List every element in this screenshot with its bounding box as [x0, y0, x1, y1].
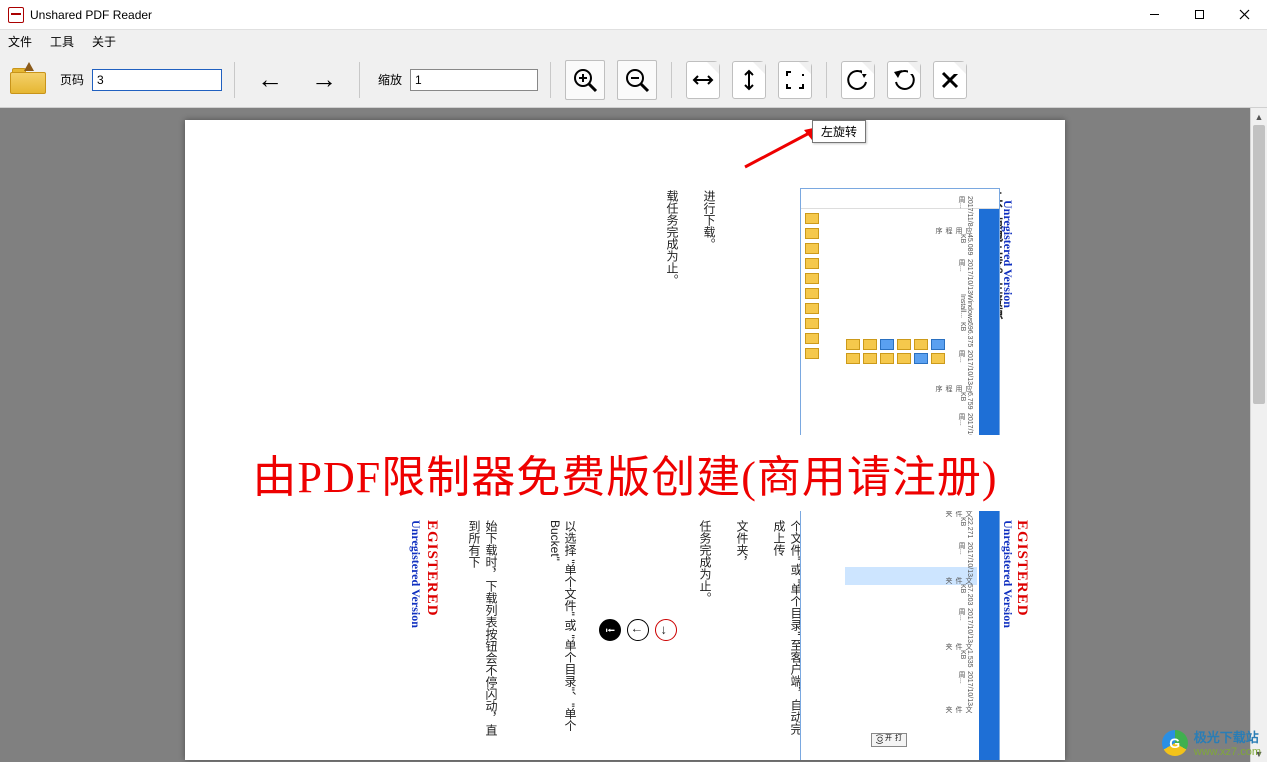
page-number-input[interactable] [92, 69, 222, 91]
separator [671, 62, 672, 98]
zoom-in-button[interactable] [565, 60, 605, 100]
separator [359, 62, 360, 98]
page-line: 始下载时，下载列表按钮会不停闪动，直到所有下 [466, 520, 500, 740]
watermark-registered: EGISTERED [1013, 520, 1030, 617]
fit-page-button[interactable] [778, 61, 812, 99]
site-name: 极光下载站 [1194, 727, 1261, 746]
window-controls [1132, 0, 1267, 29]
site-watermark: G 极光下载站 www.xz7.com [1162, 727, 1261, 758]
page-icons: →↓⭳ [599, 520, 677, 740]
window-title: Unshared PDF Reader [30, 8, 1132, 22]
page-label: 页码 [60, 71, 84, 88]
separator [826, 62, 827, 98]
menu-tools[interactable]: 工具 [50, 33, 74, 50]
rotate-right-button[interactable] [887, 61, 921, 99]
scroll-up-button[interactable]: ▲ [1251, 108, 1267, 125]
list-item: 2017/10/13周...文件夹 [849, 671, 973, 713]
watermark-registered: EGISTERED [423, 520, 440, 617]
watermark-unregistered: Unregistered Version [408, 520, 423, 628]
next-page-button[interactable]: → [301, 64, 347, 95]
scroll-thumb[interactable] [1253, 125, 1265, 404]
maximize-button[interactable] [1177, 0, 1222, 29]
minimize-button[interactable] [1132, 0, 1177, 29]
separator [550, 62, 551, 98]
menu-bar: 文件 工具 关于 [0, 30, 1267, 52]
viewer-area: 二、拖拽上传。在资源 文件或文件夹及文件夹 传列表按钮会不停闪动 3、下载操作 … [0, 108, 1267, 762]
menu-file[interactable]: 文件 [8, 33, 32, 50]
page-line: 以选择 "单个文件" 或 "单个目录"、"单个 Bucket" [548, 520, 579, 740]
vertical-scrollbar[interactable]: ▲ ▼ [1250, 108, 1267, 762]
page-line: 文件夹， [734, 520, 751, 740]
menu-about[interactable]: 关于 [92, 33, 116, 50]
zoom-label: 缩放 [378, 71, 402, 88]
app-icon [8, 7, 24, 23]
watermark-unregistered: Unregistered Version [1000, 200, 1015, 308]
site-logo-icon: G [1162, 730, 1188, 756]
page-text-lower: 个文件" 或 "单个目录" 至客户端，自动完成上传 文件夹， 任务完成为止。 →… [415, 520, 805, 740]
list-item: 2017/10/13周...Windows Install...696.375 … [849, 259, 973, 348]
zoom-out-button[interactable] [617, 60, 657, 100]
page-line: 任务完成为止。 [697, 520, 714, 740]
page-canvas[interactable]: 二、拖拽上传。在资源 文件或文件夹及文件夹 传列表按钮会不停闪动 3、下载操作 … [0, 108, 1250, 762]
site-url: www.xz7.com [1194, 746, 1261, 758]
zoom-input[interactable] [410, 69, 538, 91]
scroll-track[interactable] [1251, 125, 1267, 745]
list-item: 2017/10/13周...文件夹1.535 KB [849, 608, 973, 668]
close-button[interactable] [1222, 0, 1267, 29]
pdf-page: 二、拖拽上传。在资源 文件或文件夹及文件夹 传列表按钮会不停闪动 3、下载操作 … [185, 120, 1065, 760]
fit-height-button[interactable] [732, 61, 766, 99]
title-bar: Unshared PDF Reader [0, 0, 1267, 30]
open-file-button[interactable] [10, 66, 46, 94]
delete-page-button[interactable] [933, 61, 967, 99]
list-item: 2017/11/8周...应用程序45.089 KB [849, 196, 973, 255]
prev-page-button[interactable]: ← [247, 64, 293, 95]
rotate-left-tooltip: 左旋转 [812, 120, 866, 143]
toolbar: 页码 ← → 缩放 [0, 52, 1267, 108]
list-item: 2017/10/13周...应用程序6.759 KB [849, 350, 973, 410]
fit-width-button[interactable] [686, 61, 720, 99]
rotate-left-button[interactable] [841, 61, 875, 99]
separator [234, 62, 235, 98]
watermark-banner: 由PDF限制器免费版创建(商用请注册) [185, 435, 1065, 511]
list-item: 2017/10/13周...文件夹57.203 KB [849, 542, 973, 605]
dialog-open-button: 打开(O) [871, 733, 907, 747]
watermark-unregistered: Unregistered Version [1000, 520, 1015, 628]
